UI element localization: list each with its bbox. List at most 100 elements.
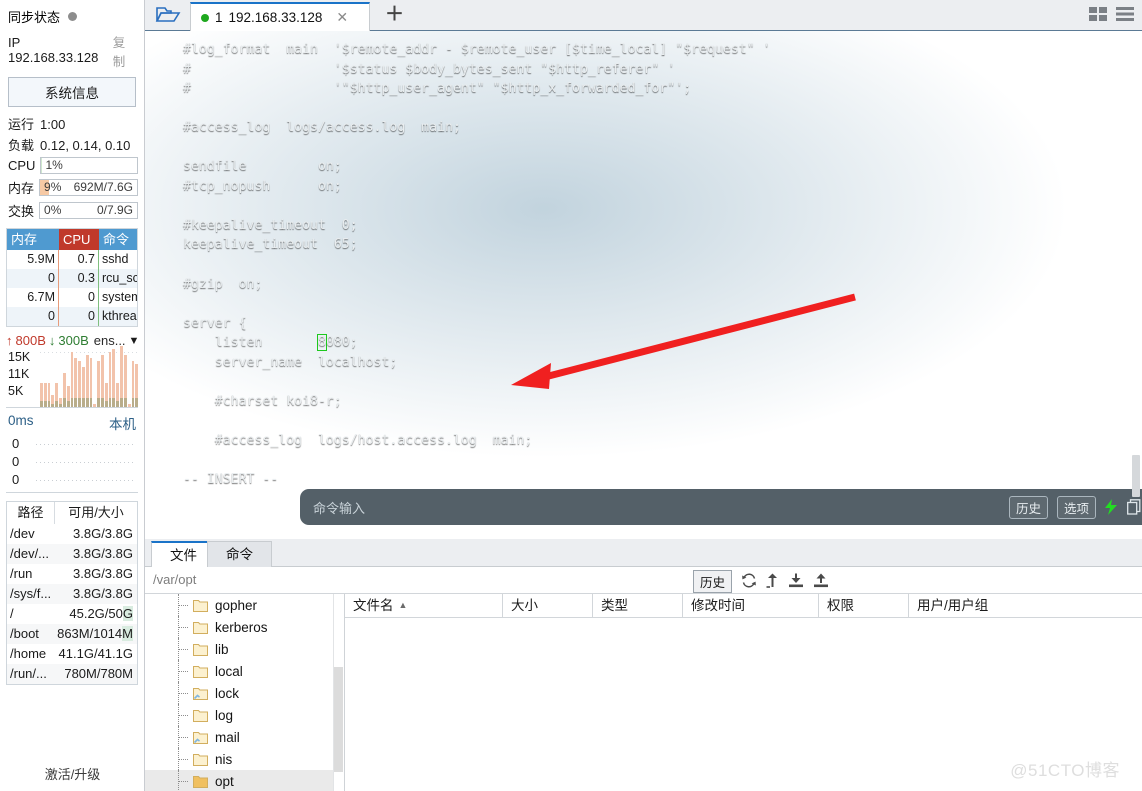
tree-guide-dash xyxy=(178,737,188,738)
terminal-line xyxy=(183,99,1132,119)
disk-row[interactable]: /home41.1G/41.1G xyxy=(7,644,137,664)
plus-icon[interactable]: ＋ xyxy=(385,5,404,25)
tree-scrollbar-thumb[interactable] xyxy=(334,667,343,772)
network-bar xyxy=(93,404,96,407)
system-info-button[interactable]: 系统信息 xyxy=(8,77,136,107)
tree-node[interactable]: log xyxy=(145,704,344,726)
meter-label-swap: 交换 xyxy=(8,201,34,220)
network-bar-upload xyxy=(90,358,93,398)
tree-scrollbar[interactable] xyxy=(333,594,344,791)
copy-icon[interactable] xyxy=(1127,499,1142,515)
go-up-icon[interactable] xyxy=(766,573,779,591)
watermark-label: @51CTO博客 xyxy=(1010,756,1120,781)
meter-fill-CPU xyxy=(41,158,42,173)
folder-link-icon xyxy=(193,687,208,700)
grid-layout-icon[interactable] xyxy=(1089,7,1107,24)
network-bar-download xyxy=(120,398,123,407)
process-col-cpu[interactable]: CPU xyxy=(59,229,99,250)
refresh-icon[interactable] xyxy=(741,573,757,591)
tab-commands[interactable]: 命令 xyxy=(207,541,272,568)
tree-node-label: log xyxy=(215,708,233,723)
network-bar xyxy=(97,361,100,407)
caret-down-icon[interactable]: ▼ xyxy=(129,335,140,347)
command-input-placeholder[interactable]: 命令输入 xyxy=(313,498,365,517)
disk-size-highlight: G xyxy=(123,606,133,621)
process-row[interactable]: 6.7M0systemd xyxy=(7,288,137,307)
process-row[interactable]: 00kthread xyxy=(7,307,137,326)
list-menu-icon[interactable] xyxy=(1116,7,1134,24)
tree-node[interactable]: local xyxy=(145,660,344,682)
terminal-line: #charset koi8-r; xyxy=(183,392,1132,412)
command-options-button[interactable]: 选项 xyxy=(1057,496,1096,519)
lightning-bolt-icon[interactable] xyxy=(1105,499,1118,515)
disk-path: /run/... xyxy=(7,664,63,684)
process-row[interactable]: 5.9M0.7sshd xyxy=(7,250,137,269)
open-folder-icon[interactable] xyxy=(155,5,181,25)
file-column-header[interactable]: 修改时间 xyxy=(683,594,819,617)
tree-node[interactable]: nis xyxy=(145,748,344,770)
network-bar xyxy=(59,398,62,407)
file-column-header[interactable]: 权限 xyxy=(819,594,909,617)
network-bar-upload xyxy=(55,383,58,401)
network-bar-upload xyxy=(97,361,100,398)
terminal-line: sendfile on; xyxy=(183,157,1132,177)
disk-path: /boot xyxy=(7,624,57,644)
process-command: kthread xyxy=(99,307,137,326)
network-bar-download xyxy=(97,398,100,407)
process-col-command[interactable]: 命令 xyxy=(99,229,137,250)
file-history-button[interactable]: 历史 xyxy=(693,570,732,593)
tree-node[interactable]: lock xyxy=(145,682,344,704)
tree-guide-dash xyxy=(178,759,188,760)
status-dot-icon xyxy=(68,12,77,21)
tree-guide-dash xyxy=(178,605,188,606)
network-bar xyxy=(48,383,51,407)
network-bar-download xyxy=(44,401,47,407)
folder-icon xyxy=(193,709,208,722)
network-bar-download xyxy=(116,401,119,407)
file-column-header[interactable]: 用户/用户组 xyxy=(909,594,1099,617)
tree-node[interactable]: gopher xyxy=(145,594,344,616)
disk-row[interactable]: /dev3.8G/3.8G xyxy=(7,524,137,544)
disk-row[interactable]: /boot863M/1014M xyxy=(7,624,137,644)
session-tab[interactable]: 1 192.168.33.128 ✕ xyxy=(190,2,370,31)
close-icon[interactable]: ✕ xyxy=(336,9,348,26)
disk-row[interactable]: /sys/f...3.8G/3.8G xyxy=(7,584,137,604)
process-row[interactable]: 00.3rcu_sche xyxy=(7,269,137,288)
terminal-scrollbar-thumb[interactable] xyxy=(1132,455,1140,497)
terminal-cursor: 8 xyxy=(318,335,326,350)
disk-size: 3.8G/3.8G xyxy=(63,544,137,564)
current-path[interactable]: /var/opt xyxy=(153,572,196,587)
command-history-button[interactable]: 历史 xyxy=(1009,496,1048,519)
tree-node[interactable]: mail xyxy=(145,726,344,748)
process-command: rcu_sche xyxy=(99,269,137,288)
disk-row[interactable]: /run3.8G/3.8G xyxy=(7,564,137,584)
disk-row[interactable]: /run/...780M/780M xyxy=(7,664,137,684)
directory-tree[interactable]: gopherkerberosliblocallock log mail nis opt xyxy=(145,594,345,791)
disk-row[interactable]: /dev/...3.8G/3.8G xyxy=(7,544,137,564)
load-row: 负载 0.12, 0.14, 0.10 xyxy=(0,134,144,155)
disk-row[interactable]: /45.2G/50G xyxy=(7,604,137,624)
tree-node-label: nis xyxy=(215,752,232,767)
file-column-header[interactable]: 大小 xyxy=(503,594,593,617)
upload-icon[interactable] xyxy=(813,573,829,591)
tree-node[interactable]: kerberos xyxy=(145,616,344,638)
network-bar-download xyxy=(109,398,112,407)
terminal-pane[interactable]: #log_format main '$remote_addr - $remote… xyxy=(145,31,1142,539)
file-column-label: 类型 xyxy=(601,598,628,613)
command-input-bar[interactable]: 命令输入 历史 选项 xyxy=(300,489,1142,525)
disk-col-size[interactable]: 可用/大小 xyxy=(55,502,137,524)
copy-ip-button[interactable]: 复制 xyxy=(113,32,136,70)
activate-upgrade-link[interactable]: 激活/升级 xyxy=(0,764,145,783)
file-column-header[interactable]: 类型 xyxy=(593,594,683,617)
terminal-line: -- INSERT -- xyxy=(183,470,1132,490)
network-bar-download xyxy=(82,398,85,407)
disk-col-path[interactable]: 路径 xyxy=(7,502,55,524)
tree-node[interactable]: lib xyxy=(145,638,344,660)
network-bar xyxy=(112,349,115,407)
download-icon[interactable] xyxy=(788,573,804,591)
terminal-line: # '$status $body_bytes_sent "$http_refer… xyxy=(183,60,1132,80)
meter-row-memory: 内存9%692M/7.6G xyxy=(0,176,144,199)
process-col-memory[interactable]: 内存 xyxy=(7,229,59,250)
tree-node[interactable]: opt xyxy=(145,770,344,791)
file-column-header[interactable]: 文件名▲ xyxy=(345,594,503,617)
